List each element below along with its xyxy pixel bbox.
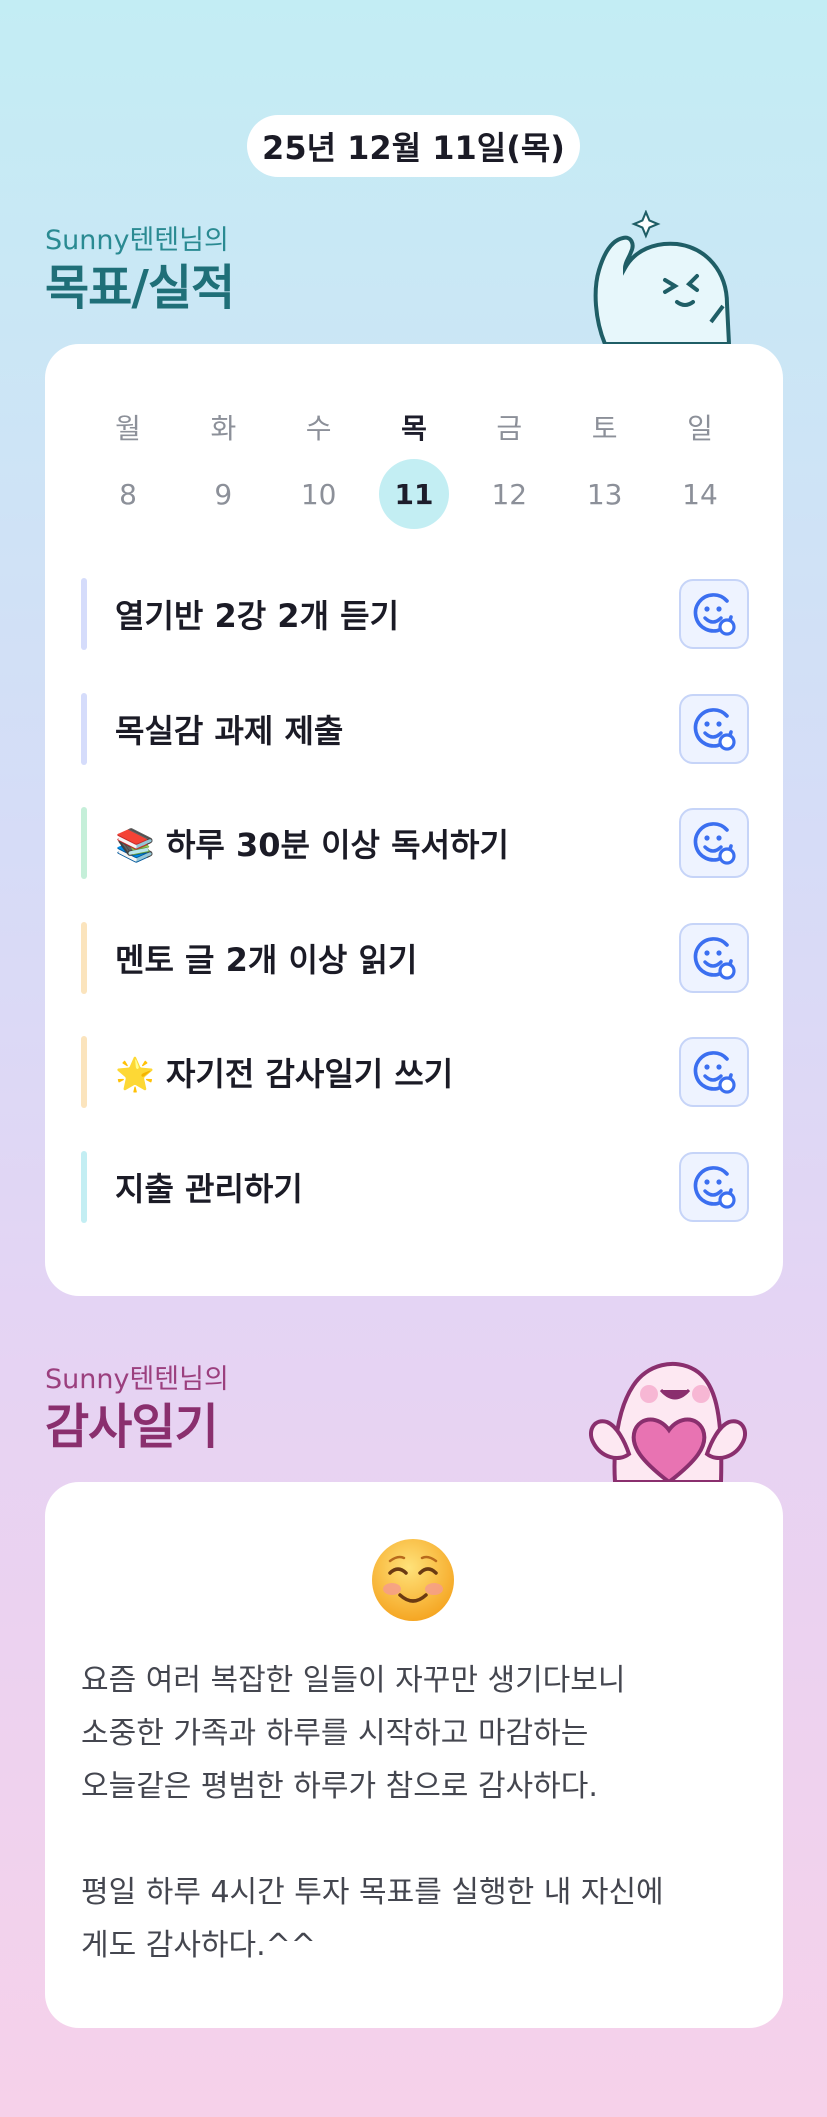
date-button[interactable]: 14 xyxy=(665,459,735,529)
weekday-label: 수 xyxy=(305,412,332,445)
smiling-face-emoji-icon xyxy=(372,1539,454,1621)
weekday-label: 화 xyxy=(210,412,237,445)
diary-text: 요즘 여러 복잡한 일들이 자꾸만 생기다보니 소중한 가족과 하루를 시작하고… xyxy=(81,1663,664,1963)
goal-text: 열기반 2강 2개 듣기 xyxy=(115,597,400,635)
goal-color-bar xyxy=(81,1036,87,1108)
smiley-add-icon xyxy=(691,1049,737,1095)
smiley-add-icon xyxy=(691,706,737,752)
goal-row[interactable]: 열기반 2강 2개 듣기 xyxy=(81,578,749,650)
heart-mascot-icon xyxy=(588,1361,748,1482)
goal-text: 목실감 과제 제출 xyxy=(115,711,344,750)
goal-row[interactable]: 목실감 과제 제출 xyxy=(81,692,749,765)
date-row: 8 9 10 11 12 13 14 xyxy=(45,459,783,529)
weekday-row: 월 화 수 목 금 토 일 xyxy=(45,392,783,462)
goals-section-title: 목표/실적 xyxy=(45,260,235,316)
goal-color-bar xyxy=(81,807,87,879)
weekday-label: 토 xyxy=(591,412,618,445)
date-button[interactable]: 13 xyxy=(570,459,640,529)
date-button-selected[interactable]: 11 xyxy=(378,459,449,529)
goal-row[interactable]: 멘토 글 2개 이상 읽기 xyxy=(81,921,749,994)
goal-row[interactable]: 지출 관리하기 xyxy=(81,1150,749,1223)
goal-text: 🌟 자기전 감사일기 쓰기 xyxy=(115,1055,454,1093)
goal-row[interactable]: 📚 하루 30분 이상 독서하기 xyxy=(81,807,749,879)
date-button[interactable]: 10 xyxy=(284,459,354,529)
goal-color-bar xyxy=(81,1150,87,1223)
date-button[interactable]: 9 xyxy=(188,459,258,529)
date-button[interactable]: 8 xyxy=(93,459,163,529)
goal-color-bar xyxy=(81,921,87,994)
thanks-diary-card: 요즘 여러 복잡한 일들이 자꾸만 생기다보니 소중한 가족과 하루를 시작하고… xyxy=(45,1482,783,2028)
smiley-add-icon xyxy=(691,935,737,981)
goal-text: 멘토 글 2개 이상 읽기 xyxy=(115,940,418,979)
waving-mascot-icon xyxy=(593,210,732,344)
date-pill: 25년 12월 11일(목) xyxy=(247,115,580,177)
weekday-label-selected: 목 xyxy=(401,412,427,445)
date-button[interactable]: 12 xyxy=(474,459,544,529)
goal-row[interactable]: 🌟 자기전 감사일기 쓰기 xyxy=(81,1036,749,1108)
goal-color-bar xyxy=(81,692,87,765)
add-reaction-button[interactable] xyxy=(679,922,749,993)
add-reaction-button[interactable] xyxy=(679,579,749,649)
add-reaction-button[interactable] xyxy=(679,808,749,878)
goal-text: 📚 하루 30분 이상 독서하기 xyxy=(115,826,509,864)
add-reaction-button[interactable] xyxy=(679,693,749,764)
add-reaction-button[interactable] xyxy=(679,1151,749,1222)
add-reaction-button[interactable] xyxy=(679,1037,749,1107)
weekday-label: 금 xyxy=(496,412,523,445)
weekday-label: 일 xyxy=(687,412,713,445)
goals-card: 월 화 수 목 금 토 일 8 9 10 11 12 13 14 열기반 2강 … xyxy=(45,344,783,1296)
smiley-add-icon xyxy=(691,1164,737,1210)
thanks-section-title: 감사일기 xyxy=(45,1399,219,1455)
weekday-label: 월 xyxy=(115,412,141,445)
smiley-add-icon xyxy=(691,591,737,637)
goal-color-bar xyxy=(81,578,87,650)
smiley-add-icon xyxy=(691,820,737,866)
goal-text: 지출 관리하기 xyxy=(115,1169,303,1208)
